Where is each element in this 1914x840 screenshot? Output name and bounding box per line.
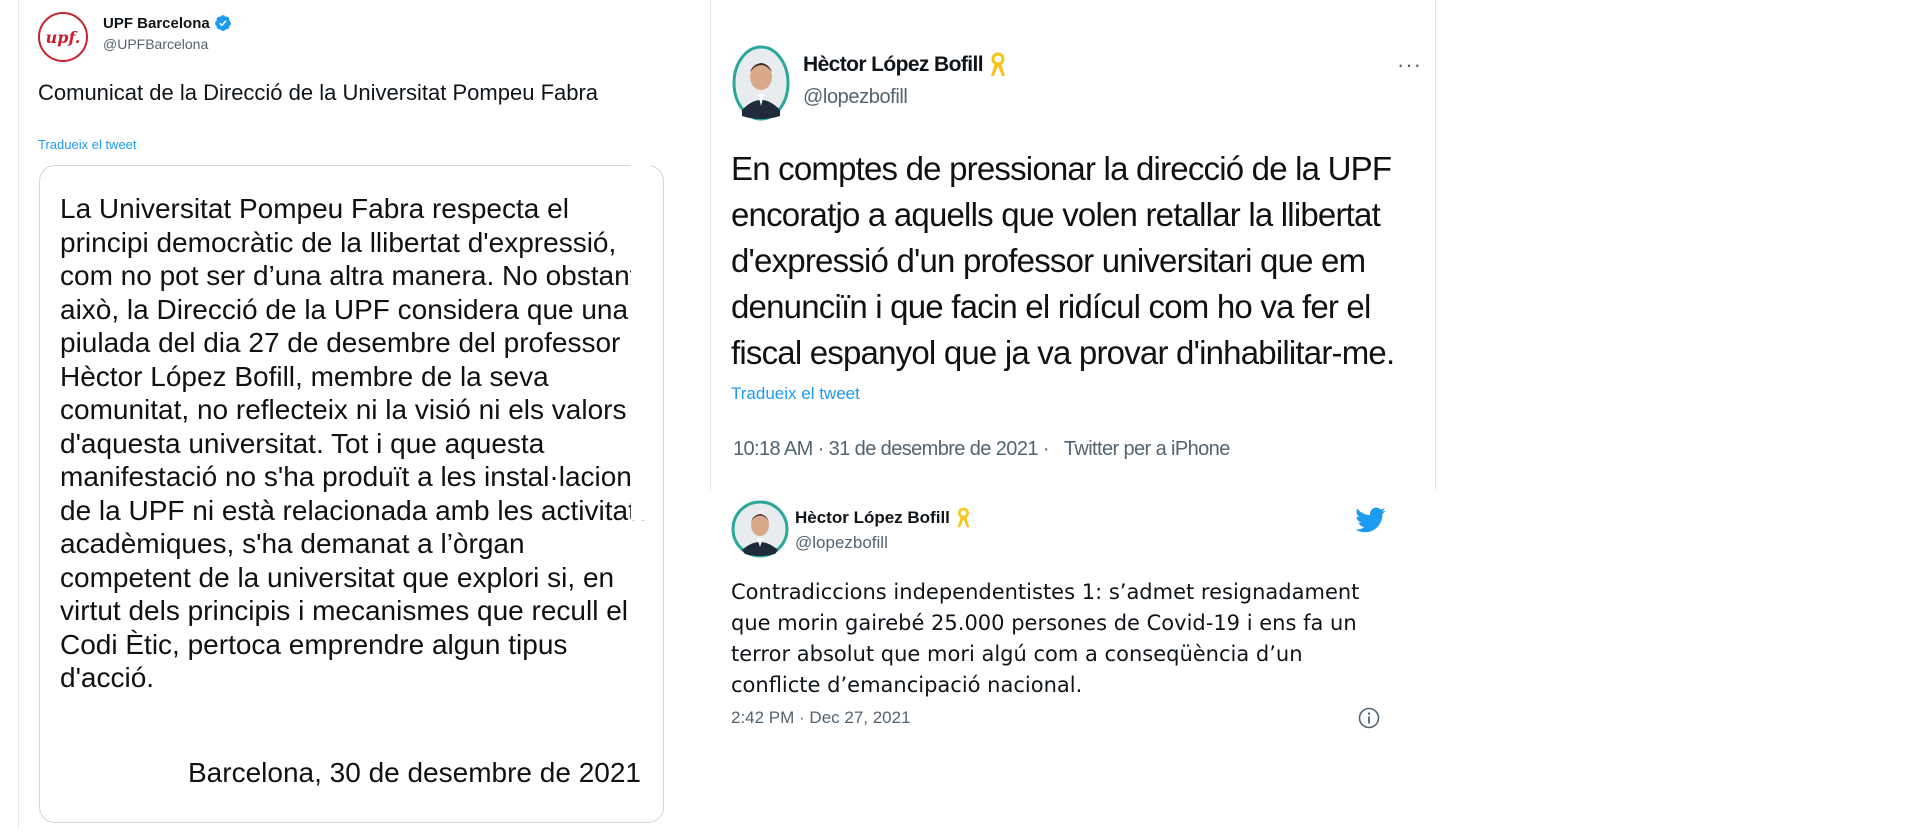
- author-handle[interactable]: @lopezbofill: [803, 86, 908, 109]
- statement-signoff: Barcelona, 30 de desembre de 2021: [188, 757, 641, 788]
- tweet-text: Comunicat de la Direcció de la Universit…: [38, 80, 599, 105]
- author-handle[interactable]: @UPFBarcelona: [103, 36, 208, 52]
- tweet-upf: upf. UPF Barcelona @UPFBarcelona Comunic…: [18, 0, 709, 828]
- author-handle[interactable]: @lopezbofill: [795, 533, 888, 553]
- translate-tweet-link[interactable]: Tradueix el tweet: [38, 137, 137, 152]
- tweet-meta: 10:18 AM · 31 de desembre de 2021 · Twit…: [733, 438, 1230, 461]
- twitter-bird-icon[interactable]: [1354, 504, 1386, 536]
- tweet-hector-embed: Hèctor López Bofill @lopezbofill Contrad…: [715, 490, 1405, 750]
- info-icon[interactable]: [1357, 706, 1381, 730]
- tweet-source[interactable]: Twitter per a iPhone: [1064, 438, 1230, 460]
- profile-photo-avatar[interactable]: [732, 44, 790, 122]
- author-name[interactable]: UPF Barcelona: [103, 15, 210, 32]
- card-edge-overlay: [631, 0, 651, 520]
- yellow-ribbon-icon: [957, 507, 970, 528]
- profile-photo-avatar[interactable]: [731, 500, 789, 558]
- author-name[interactable]: Hèctor López Bofill: [803, 53, 984, 77]
- tweet-timestamp[interactable]: 10:18 AM · 31 de desembre de 2021 ·: [733, 438, 1049, 460]
- statement-text: La Universitat Pompeu Fabra respecta el …: [60, 193, 650, 693]
- yellow-ribbon-icon: [990, 52, 1005, 76]
- tweet-text: Contradiccions independentistes 1: s’adm…: [731, 580, 1360, 697]
- author-name-row[interactable]: Hèctor López Bofill: [795, 507, 971, 529]
- tweet-timestamp[interactable]: 2:42 PM · Dec 27, 2021: [731, 708, 911, 728]
- upf-avatar[interactable]: upf.: [38, 12, 88, 62]
- translate-tweet-link[interactable]: Tradueix el tweet: [731, 384, 860, 404]
- verified-badge-icon: [214, 15, 231, 31]
- tweet-text: En comptes de pressionar la direcció de …: [731, 150, 1395, 371]
- statement-image-card[interactable]: La Universitat Pompeu Fabra respecta el …: [39, 165, 664, 823]
- author-name[interactable]: Hèctor López Bofill: [795, 508, 950, 528]
- author-name-row[interactable]: Hèctor López Bofill: [803, 52, 1007, 78]
- tweet-hector-large: Hèctor López Bofill @lopezbofill ··· En …: [710, 0, 1436, 490]
- author-name-row[interactable]: UPF Barcelona: [103, 14, 232, 32]
- more-options-icon[interactable]: ···: [1397, 52, 1422, 78]
